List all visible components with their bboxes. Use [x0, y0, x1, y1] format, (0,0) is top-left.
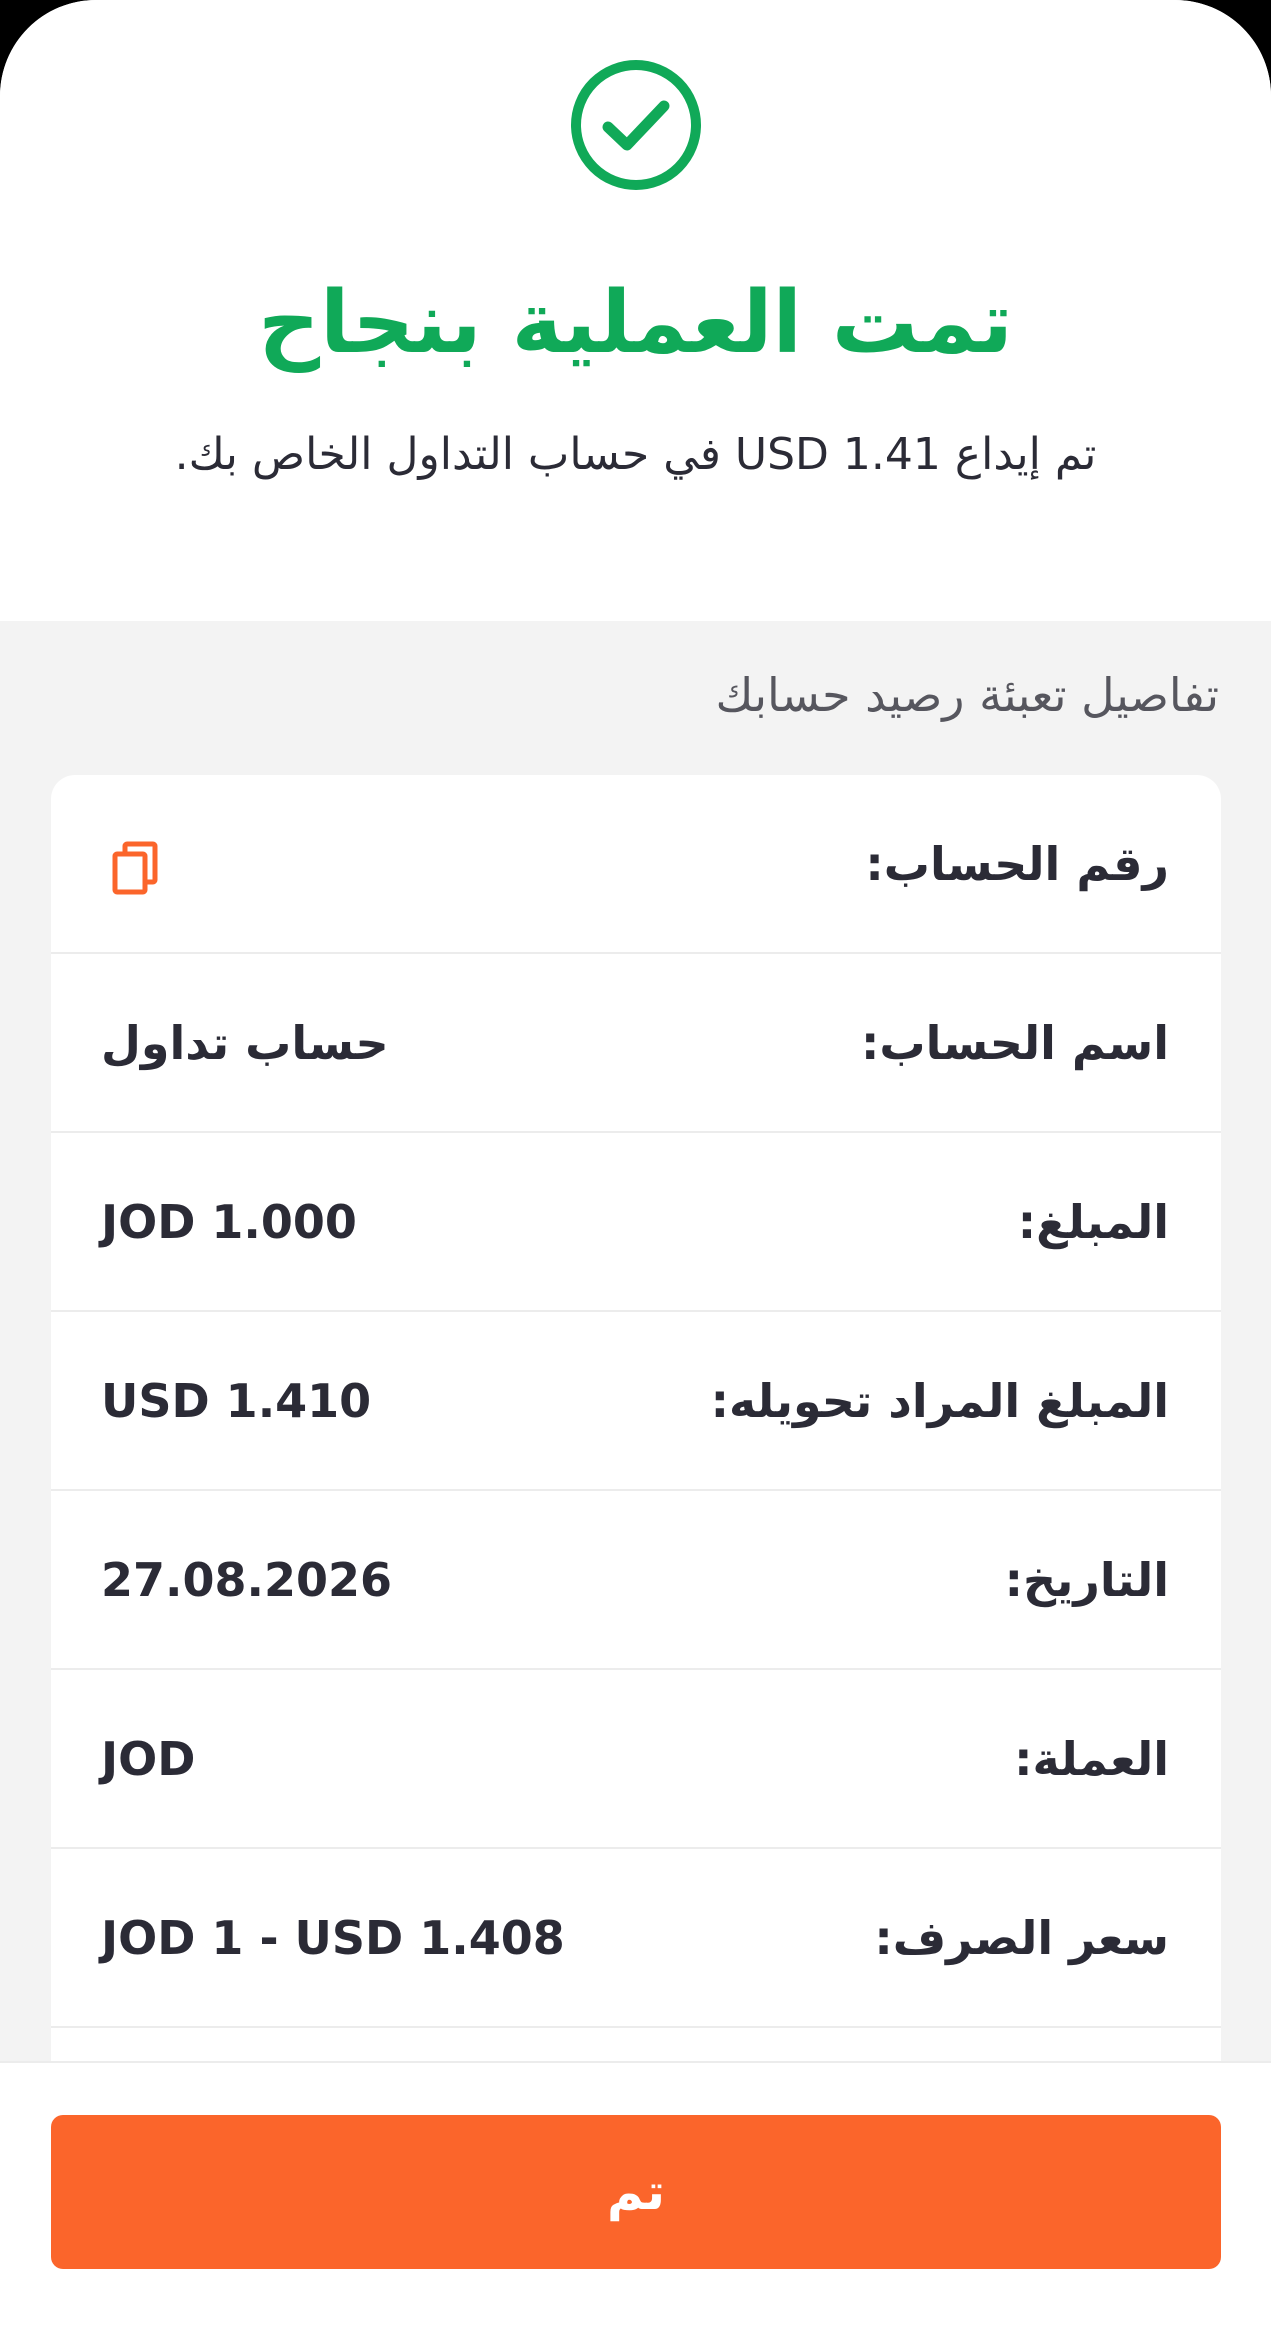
account-name-value: حساب تداول [101, 1016, 389, 1070]
date-label: التاريخ: [1004, 1553, 1169, 1607]
currency-label: العملة: [1014, 1732, 1169, 1786]
date-value: 27.08.2026 [101, 1553, 393, 1607]
footer-bar: تم [0, 2061, 1271, 2334]
copy-icon[interactable] [111, 841, 159, 895]
exchange-rate-value: JOD 1 - USD 1.408 [101, 1911, 565, 1965]
details-section-label: تفاصيل تعبئة رصيد حسابك [715, 668, 1219, 722]
account-name-label: اسم الحساب: [861, 1016, 1169, 1070]
account-number-label: رقم الحساب: [865, 837, 1169, 891]
success-sheet: تمت العملية بنجاح تم إيداع USD 1.41 في ح… [0, 0, 1271, 2334]
page-title: تمت العملية بنجاح [258, 273, 1013, 373]
done-button[interactable]: تم [51, 2115, 1221, 2269]
details-card: رقم الحساب: اسم الحساب: حساب تداول المبل… [51, 775, 1221, 2075]
exchange-rate-label: سعر الصرف: [874, 1911, 1169, 1965]
detail-row-exchange-rate: سعر الصرف: JOD 1 - USD 1.408 [51, 1849, 1221, 2028]
amount-value: JOD 1.000 [101, 1195, 357, 1249]
converted-amount-value: USD 1.410 [101, 1374, 372, 1428]
detail-row-currency: العملة: JOD [51, 1670, 1221, 1849]
success-header: تمت العملية بنجاح تم إيداع USD 1.41 في ح… [0, 0, 1271, 621]
amount-label: المبلغ: [1017, 1195, 1169, 1249]
detail-row-converted-amount: المبلغ المراد تحويله: USD 1.410 [51, 1312, 1221, 1491]
detail-row-amount: المبلغ: JOD 1.000 [51, 1133, 1221, 1312]
deposit-message: تم إيداع USD 1.41 في حساب التداول الخاص … [174, 429, 1097, 480]
check-circle-icon [571, 60, 701, 190]
detail-row-account-name: اسم الحساب: حساب تداول [51, 954, 1221, 1133]
detail-row-date: التاريخ: 27.08.2026 [51, 1491, 1221, 1670]
detail-row-account-number: رقم الحساب: [51, 775, 1221, 954]
currency-value: JOD [101, 1732, 196, 1786]
converted-amount-label: المبلغ المراد تحويله: [710, 1374, 1169, 1428]
